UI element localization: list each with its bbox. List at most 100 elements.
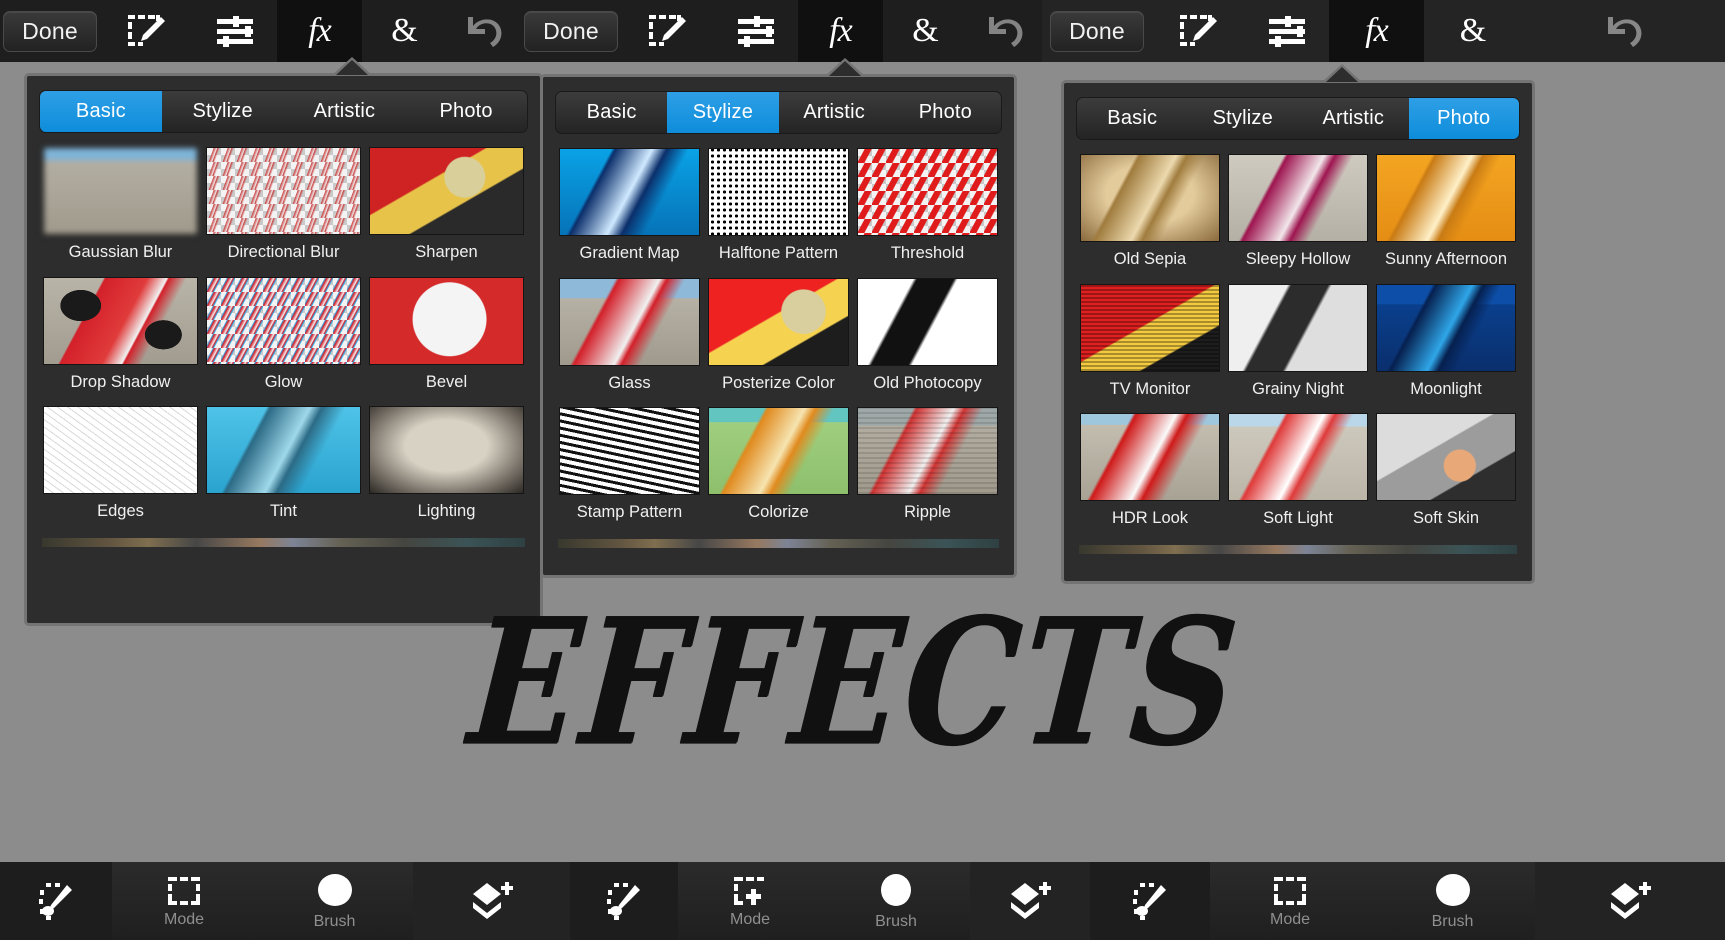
effect-thumbnail[interactable]: [206, 147, 361, 235]
effect-thumbnail[interactable]: [1228, 413, 1368, 501]
effect-thumbnail[interactable]: [206, 276, 361, 365]
tab-photo[interactable]: Photo: [890, 92, 1001, 133]
tab-basic[interactable]: Basic: [40, 91, 162, 132]
mode-button-2[interactable]: Mode: [678, 862, 822, 940]
effect-thumbnail[interactable]: [43, 276, 198, 365]
tab-artistic[interactable]: Artistic: [284, 91, 406, 132]
effect-item[interactable]: Posterize Color: [704, 277, 853, 408]
tab-artistic[interactable]: Artistic: [1298, 98, 1409, 139]
undo-button-3[interactable]: [1522, 0, 1725, 62]
effect-thumbnail[interactable]: [1376, 413, 1516, 501]
effect-item[interactable]: HDR Look: [1076, 413, 1224, 543]
selection-brush-button-1[interactable]: [0, 862, 112, 940]
done-button[interactable]: Done: [1050, 10, 1144, 52]
effect-item[interactable]: Bevel: [365, 276, 528, 407]
undo-button-2[interactable]: [968, 0, 1042, 62]
selection-edit-button-1[interactable]: [100, 0, 192, 62]
effect-item[interactable]: Stamp Pattern: [555, 407, 704, 537]
effect-thumbnail[interactable]: [1376, 283, 1516, 372]
effect-thumbnail[interactable]: [1228, 283, 1368, 372]
effect-thumbnail[interactable]: [708, 407, 849, 495]
effect-item[interactable]: Moonlight: [1372, 283, 1520, 414]
effect-item[interactable]: Soft Light: [1224, 413, 1372, 543]
effect-item[interactable]: Grainy Night: [1224, 283, 1372, 414]
effect-item[interactable]: Gaussian Blur: [39, 147, 202, 277]
done-button-cell-3[interactable]: Done: [1042, 0, 1152, 62]
effect-thumbnail[interactable]: [1080, 413, 1220, 501]
effect-thumbnail[interactable]: [559, 277, 700, 366]
done-button-cell-1[interactable]: Done: [0, 0, 100, 62]
add-layer-button-3[interactable]: [1535, 862, 1725, 940]
effect-thumbnail[interactable]: [43, 147, 198, 235]
effect-item[interactable]: Tint: [202, 406, 365, 536]
effect-item[interactable]: Directional Blur: [202, 147, 365, 277]
done-button[interactable]: Done: [524, 10, 618, 52]
effect-item[interactable]: Old Sepia: [1076, 154, 1224, 284]
effect-item[interactable]: Old Photocopy: [853, 277, 1002, 408]
effect-thumbnail[interactable]: [43, 406, 198, 494]
done-button[interactable]: Done: [3, 10, 97, 52]
effect-item[interactable]: Gradient Map: [555, 148, 704, 278]
selection-edit-button-3[interactable]: [1152, 0, 1244, 62]
effect-item[interactable]: Soft Skin: [1372, 413, 1520, 543]
tab-photo[interactable]: Photo: [405, 91, 527, 132]
add-layer-button-1[interactable]: [413, 862, 570, 940]
effect-item[interactable]: TV Monitor: [1076, 283, 1224, 414]
effect-thumbnail[interactable]: [857, 148, 998, 236]
tab-basic[interactable]: Basic: [1077, 98, 1188, 139]
selection-brush-button-2[interactable]: [570, 862, 678, 940]
effect-item[interactable]: Lighting: [365, 406, 528, 536]
add-layer-button-2[interactable]: [970, 862, 1090, 940]
effect-item[interactable]: Ripple: [853, 407, 1002, 537]
blend-button-3[interactable]: &: [1424, 0, 1522, 62]
brush-button-3[interactable]: Brush: [1370, 862, 1535, 940]
effect-thumbnail[interactable]: [1228, 154, 1368, 242]
blend-button-1[interactable]: &: [362, 0, 447, 62]
effect-item[interactable]: Glass: [555, 277, 704, 408]
effects-fx-button-1[interactable]: fx: [277, 0, 362, 62]
brush-button-1[interactable]: Brush: [256, 862, 413, 940]
effects-fx-button-3[interactable]: fx: [1329, 0, 1424, 62]
effect-thumbnail[interactable]: [1080, 154, 1220, 242]
effect-thumbnail[interactable]: [1376, 154, 1516, 242]
effects-fx-button-2[interactable]: fx: [798, 0, 883, 62]
effect-thumbnail[interactable]: [857, 407, 998, 495]
effect-thumbnail[interactable]: [857, 277, 998, 366]
tab-artistic[interactable]: Artistic: [779, 92, 890, 133]
tab-stylize[interactable]: Stylize: [667, 92, 779, 133]
effect-thumbnail[interactable]: [559, 148, 700, 236]
selection-edit-button-2[interactable]: [621, 0, 713, 62]
effect-item[interactable]: Sharpen: [365, 147, 528, 277]
adjustments-button-1[interactable]: [192, 0, 277, 62]
tab-basic[interactable]: Basic: [556, 92, 667, 133]
tab-stylize[interactable]: Stylize: [1188, 98, 1299, 139]
effect-item[interactable]: Drop Shadow: [39, 276, 202, 407]
effect-item[interactable]: Threshold: [853, 148, 1002, 278]
blend-button-2[interactable]: &: [883, 0, 968, 62]
effect-item[interactable]: Colorize: [704, 407, 853, 537]
effect-thumbnail[interactable]: [708, 148, 849, 236]
effect-item[interactable]: Sleepy Hollow: [1224, 154, 1372, 284]
effect-thumbnail[interactable]: [1080, 283, 1220, 372]
effect-item[interactable]: Glow: [202, 276, 365, 407]
brush-button-2[interactable]: Brush: [822, 862, 970, 940]
effect-thumbnail[interactable]: [559, 407, 700, 495]
adjustments-button-3[interactable]: [1244, 0, 1329, 62]
effect-thumbnail[interactable]: [369, 406, 524, 494]
selection-brush-button-3[interactable]: [1090, 862, 1210, 940]
effect-item[interactable]: Sunny Afternoon: [1372, 154, 1520, 284]
undo-button-1[interactable]: [447, 0, 521, 62]
adjustments-button-2[interactable]: [713, 0, 798, 62]
effect-thumbnail[interactable]: [206, 406, 361, 494]
tab-stylize[interactable]: Stylize: [162, 91, 284, 132]
mode-button-3[interactable]: Mode: [1210, 862, 1370, 940]
effect-thumbnail[interactable]: [369, 276, 524, 365]
effect-item[interactable]: Halftone Pattern: [704, 148, 853, 278]
selection-brush-icon: [1128, 879, 1172, 923]
tab-photo[interactable]: Photo: [1408, 98, 1519, 139]
mode-button-1[interactable]: Mode: [112, 862, 256, 940]
effect-thumbnail[interactable]: [708, 277, 849, 366]
effect-thumbnail[interactable]: [369, 147, 524, 235]
effect-item[interactable]: Edges: [39, 406, 202, 536]
done-button-cell-2[interactable]: Done: [521, 0, 621, 62]
